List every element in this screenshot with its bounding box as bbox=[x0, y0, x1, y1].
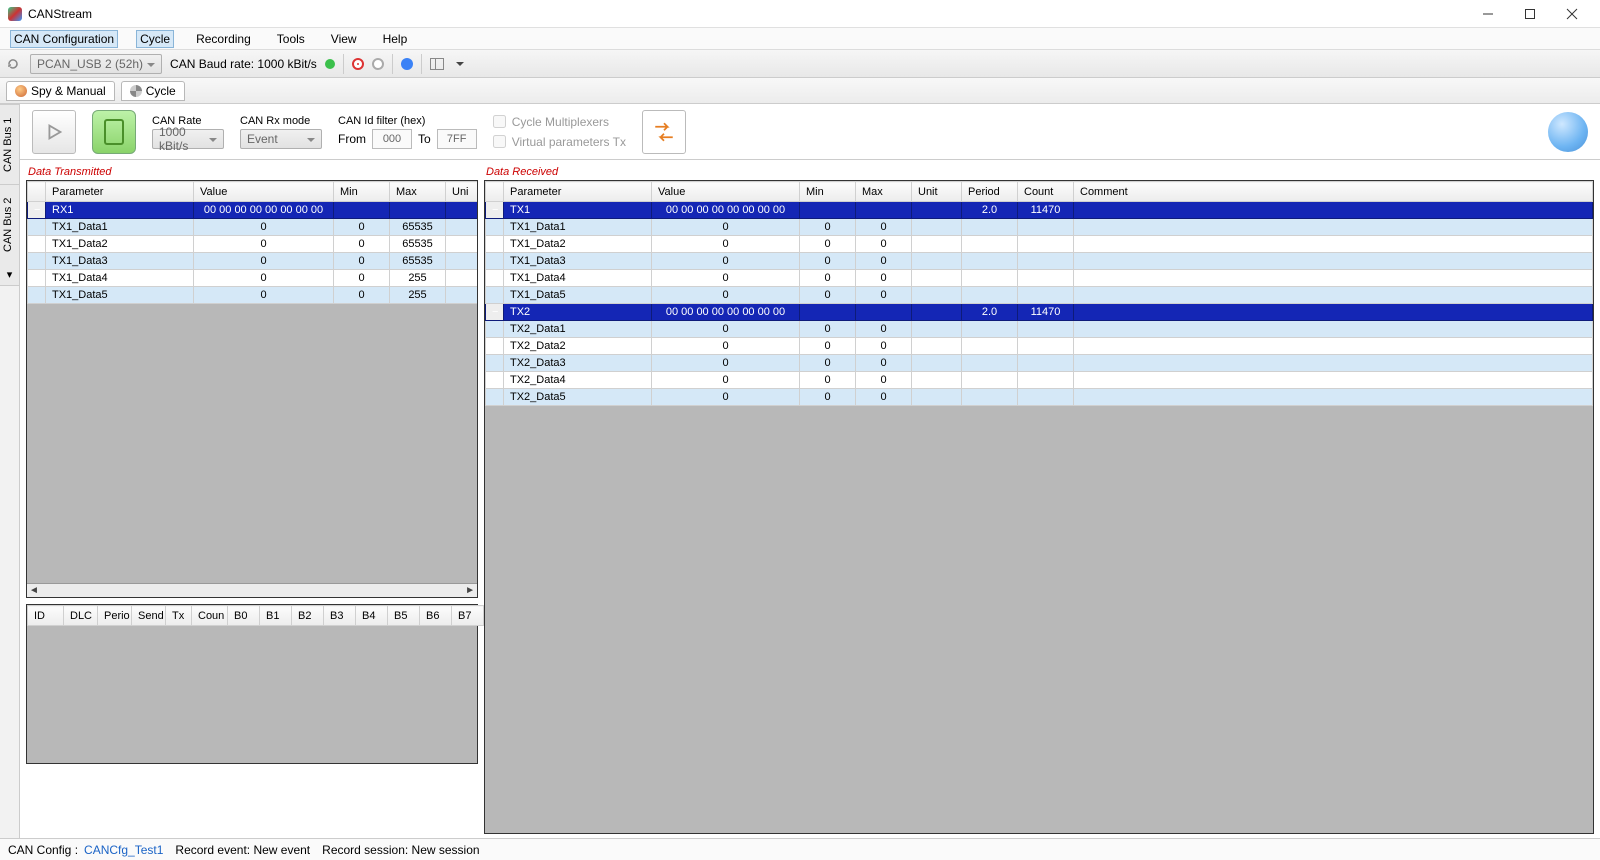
can-rate-dropdown[interactable]: 1000 kBit/s bbox=[152, 129, 224, 149]
device-dropdown[interactable]: PCAN_USB 2 (52h) bbox=[30, 54, 162, 74]
tx-data-row[interactable]: TX1_Data30065535 bbox=[28, 253, 478, 270]
close-button[interactable] bbox=[1552, 3, 1592, 25]
layout-button[interactable] bbox=[430, 58, 444, 70]
bus-tab-strip: CAN Bus 1 CAN Bus 2 ▾ bbox=[0, 104, 20, 838]
menu-cycle[interactable]: Cycle bbox=[136, 30, 174, 48]
record-button[interactable] bbox=[352, 58, 364, 70]
id-filter-to-input[interactable] bbox=[437, 129, 477, 149]
status-orb-icon bbox=[1548, 112, 1588, 152]
rx-data-row[interactable]: TX1_Data1000 bbox=[486, 219, 1593, 236]
id-filter-from-input[interactable] bbox=[372, 129, 412, 149]
bus-tab-options-icon[interactable]: ▾ bbox=[0, 264, 19, 286]
rx-panel: Data Received ParameterValueMinMaxUnitPe… bbox=[484, 164, 1594, 834]
raw-header-row: IDDLCPerioSendTxCounB0B1B2B3B4B5B6B7 bbox=[28, 606, 484, 626]
rx-data-row[interactable]: TX1_Data5000 bbox=[486, 287, 1593, 304]
menu-can-configuration[interactable]: CAN Configuration bbox=[10, 30, 118, 48]
rx-data-row[interactable]: TX1_Data2000 bbox=[486, 236, 1593, 253]
id-filter-label: CAN Id filter (hex) bbox=[338, 115, 477, 127]
swap-button[interactable] bbox=[642, 110, 686, 154]
menu-tools[interactable]: Tools bbox=[273, 30, 309, 48]
rx-data-row[interactable]: TX2_Data5000 bbox=[486, 389, 1593, 406]
rx-data-row[interactable]: TX2_Data1000 bbox=[486, 321, 1593, 338]
rx-group-row[interactable]: −TX200 00 00 00 00 00 00 002.011470 bbox=[486, 304, 1593, 321]
tx-scrollbar[interactable]: ◄► bbox=[27, 583, 477, 597]
rx-grid[interactable]: ParameterValueMinMaxUnitPeriodCountComme… bbox=[484, 180, 1594, 834]
rx-mode-label: CAN Rx mode bbox=[240, 115, 322, 127]
menubar: CAN Configuration Cycle Recording Tools … bbox=[0, 28, 1600, 50]
toolbar-indicator-icon[interactable] bbox=[401, 58, 413, 70]
stop-button[interactable] bbox=[92, 110, 136, 154]
tab-cycle[interactable]: Cycle bbox=[121, 81, 185, 101]
view-tabbar: Spy & Manual Cycle bbox=[0, 78, 1600, 104]
virtual-tx-checkbox[interactable] bbox=[493, 135, 506, 148]
status-record-event: Record event: New event bbox=[175, 843, 310, 857]
titlebar: CANStream bbox=[0, 0, 1600, 28]
play-button[interactable] bbox=[32, 110, 76, 154]
tx-data-row[interactable]: TX1_Data500255 bbox=[28, 287, 478, 304]
status-config-link[interactable]: CANCfg_Test1 bbox=[84, 843, 163, 857]
status-dot-green bbox=[325, 59, 335, 69]
tx-grid[interactable]: ParameterValueMinMaxUni −RX100 00 00 00 … bbox=[26, 180, 478, 598]
window-title: CANStream bbox=[28, 7, 92, 21]
tx-data-row[interactable]: TX1_Data10065535 bbox=[28, 219, 478, 236]
cycle-multiplexers-checkbox[interactable] bbox=[493, 115, 506, 128]
rx-data-row[interactable]: TX1_Data4000 bbox=[486, 270, 1593, 287]
status-config-label: CAN Config : bbox=[8, 843, 78, 857]
to-label: To bbox=[418, 132, 431, 146]
tab-can-bus-2[interactable]: CAN Bus 2 bbox=[0, 184, 19, 264]
tx-panel: Data Transmitted ParameterValueMinMaxUni… bbox=[26, 164, 478, 834]
rx-data-row[interactable]: TX1_Data3000 bbox=[486, 253, 1593, 270]
status-record-session: Record session: New session bbox=[322, 843, 479, 857]
tx-group-row[interactable]: −RX100 00 00 00 00 00 00 00 bbox=[28, 202, 478, 219]
collapse-icon[interactable]: − bbox=[486, 304, 504, 321]
record-stop-button[interactable] bbox=[372, 58, 384, 70]
baud-rate-label: CAN Baud rate: 1000 kBit/s bbox=[170, 57, 317, 71]
tx-data-row[interactable]: TX1_Data20065535 bbox=[28, 236, 478, 253]
cycle-icon bbox=[130, 85, 142, 97]
rx-title: Data Received bbox=[484, 164, 1594, 180]
toolbar: PCAN_USB 2 (52h) CAN Baud rate: 1000 kBi… bbox=[0, 50, 1600, 78]
statusbar: CAN Config : CANCfg_Test1 Record event: … bbox=[0, 838, 1600, 860]
rx-data-row[interactable]: TX2_Data3000 bbox=[486, 355, 1593, 372]
virtual-tx-label: Virtual parameters Tx bbox=[512, 135, 626, 149]
cycle-multiplexers-label: Cycle Multiplexers bbox=[512, 115, 609, 129]
app-icon bbox=[8, 7, 22, 21]
menu-recording[interactable]: Recording bbox=[192, 30, 255, 48]
tab-spy-manual[interactable]: Spy & Manual bbox=[6, 81, 115, 101]
layout-dropdown-chevron[interactable] bbox=[456, 62, 464, 70]
maximize-button[interactable] bbox=[1510, 3, 1550, 25]
rx-data-row[interactable]: TX2_Data4000 bbox=[486, 372, 1593, 389]
tx-title: Data Transmitted bbox=[26, 164, 478, 180]
rx-header-row: ParameterValueMinMaxUnitPeriodCountComme… bbox=[486, 182, 1593, 202]
refresh-icon[interactable] bbox=[4, 55, 22, 73]
rx-group-row[interactable]: −TX100 00 00 00 00 00 00 002.011470 bbox=[486, 202, 1593, 219]
tx-data-row[interactable]: TX1_Data400255 bbox=[28, 270, 478, 287]
tab-can-bus-1[interactable]: CAN Bus 1 bbox=[0, 104, 19, 184]
user-icon bbox=[15, 85, 27, 97]
rx-mode-dropdown[interactable]: Event bbox=[240, 129, 322, 149]
rx-data-row[interactable]: TX2_Data2000 bbox=[486, 338, 1593, 355]
tx-header-row: ParameterValueMinMaxUni bbox=[28, 182, 478, 202]
controls-row: CAN Rate 1000 kBit/s CAN Rx mode Event C… bbox=[20, 104, 1600, 160]
from-label: From bbox=[338, 132, 366, 146]
collapse-icon[interactable]: − bbox=[28, 202, 46, 219]
tx-raw-grid[interactable]: IDDLCPerioSendTxCounB0B1B2B3B4B5B6B7 bbox=[26, 604, 478, 764]
collapse-icon[interactable]: − bbox=[486, 202, 504, 219]
menu-help[interactable]: Help bbox=[379, 30, 412, 48]
menu-view[interactable]: View bbox=[327, 30, 361, 48]
minimize-button[interactable] bbox=[1468, 3, 1508, 25]
